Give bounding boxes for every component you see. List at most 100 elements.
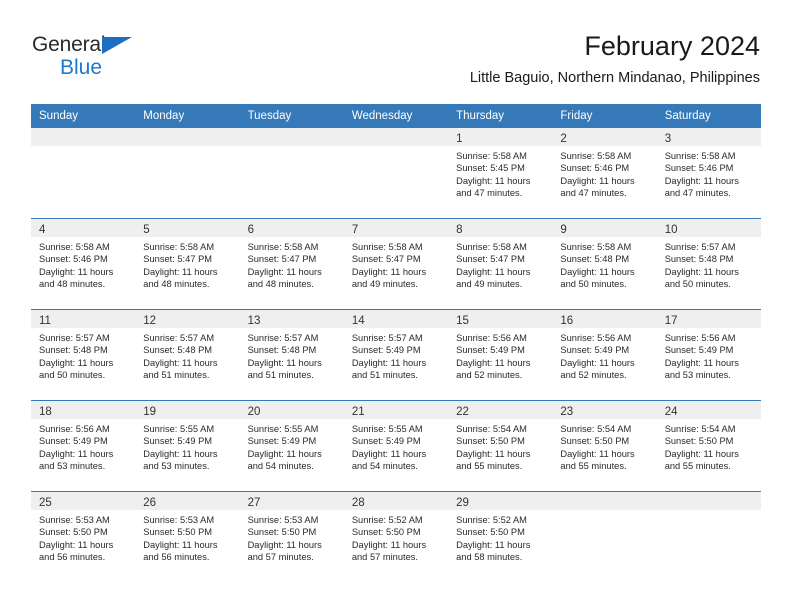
calendar-day-cell[interactable]: 20 Sunrise: 5:55 AM Sunset: 5:49 PM Dayligh… <box>239 401 344 491</box>
calendar-weeks: 1 Sunrise: 5:58 AM Sunset: 5:45 PM Daylight… <box>31 128 761 582</box>
calendar-day-cell[interactable]: 12 Sunrise: 5:57 AM Sunset: 5:48 PM Dayligh… <box>135 310 240 400</box>
daylight-text: and 48 minutes. <box>143 279 210 290</box>
calendar-day-cell[interactable]: 16 Sunrise: 5:56 AM Sunset: 5:49 PM Dayligh… <box>552 310 657 400</box>
page-title: February 2024 <box>584 31 760 61</box>
sunrise-text: Sunrise: 5:58 AM <box>143 242 215 252</box>
daylight-text: and 57 minutes. <box>247 552 314 563</box>
logo-text-general: General <box>32 33 106 56</box>
daylight-text: and 54 minutes. <box>247 461 314 472</box>
calendar-day-cell[interactable]: 18 Sunrise: 5:56 AM Sunset: 5:49 PM Dayligh… <box>31 401 136 491</box>
calendar-day-empty <box>343 128 449 218</box>
daylight-text: Daylight: 11 hours <box>664 448 739 459</box>
day-number: 28 <box>351 497 365 509</box>
day-details: Sunrise: 5:52 AM Sunset: 5:50 PM Daylight:… <box>344 510 448 564</box>
calendar-week-row: 25 Sunrise: 5:53 AM Sunset: 5:50 PM Dayligh… <box>31 492 761 582</box>
day-number: 21 <box>351 406 365 418</box>
day-number: 19 <box>143 406 157 418</box>
sunrise-text: Sunrise: 5:58 AM <box>351 242 423 252</box>
calendar-day-cell[interactable]: 8 Sunrise: 5:58 AM Sunset: 5:47 PM Daylight… <box>448 219 553 309</box>
day-details <box>344 146 448 150</box>
day-number-band: 27 <box>239 492 344 510</box>
calendar-day-cell[interactable]: 17 Sunrise: 5:56 AM Sunset: 5:49 PM Dayligh… <box>656 310 761 400</box>
sunrise-text: Sunrise: 5:53 AM <box>247 515 319 525</box>
sunset-text: Sunset: 5:47 PM <box>351 254 421 265</box>
calendar-day-empty <box>552 492 657 582</box>
calendar-day-cell[interactable]: 1 Sunrise: 5:58 AM Sunset: 5:45 PM Daylight… <box>448 128 553 218</box>
calendar-day-cell[interactable]: 21 Sunrise: 5:55 AM Sunset: 5:49 PM Dayligh… <box>343 401 449 491</box>
logo-text-blue: Blue <box>60 56 103 79</box>
sunset-text: Sunset: 5:49 PM <box>39 436 108 447</box>
daylight-text: and 52 minutes. <box>456 370 523 381</box>
calendar-day-cell[interactable]: 4 Sunrise: 5:58 AM Sunset: 5:46 PM Daylight… <box>31 219 136 309</box>
daylight-text: and 52 minutes. <box>560 370 627 381</box>
calendar-day-cell[interactable]: 3 Sunrise: 5:58 AM Sunset: 5:46 PM Daylight… <box>656 128 761 218</box>
sunset-text: Sunset: 5:49 PM <box>351 436 421 447</box>
daylight-text: Daylight: 11 hours <box>247 539 322 550</box>
calendar-day-cell[interactable]: 2 Sunrise: 5:58 AM Sunset: 5:46 PM Daylight… <box>552 128 657 218</box>
day-number-band: 22 <box>448 401 553 419</box>
daylight-text: Daylight: 11 hours <box>143 266 218 277</box>
day-number: 7 <box>351 224 359 236</box>
calendar-day-cell[interactable]: 29 Sunrise: 5:52 AM Sunset: 5:50 PM Dayligh… <box>448 492 553 582</box>
calendar-day-cell[interactable]: 9 Sunrise: 5:58 AM Sunset: 5:48 PM Daylight… <box>552 219 657 309</box>
day-number: 17 <box>664 315 678 327</box>
calendar-day-cell[interactable]: 14 Sunrise: 5:57 AM Sunset: 5:49 PM Dayligh… <box>343 310 449 400</box>
day-number-band: 12 <box>135 310 240 328</box>
day-details: Sunrise: 5:57 AM Sunset: 5:48 PM Daylight:… <box>31 328 135 382</box>
sunrise-text: Sunrise: 5:55 AM <box>247 424 319 434</box>
day-number-band: 8 <box>448 219 553 237</box>
day-number: 2 <box>560 133 567 145</box>
sunset-text: Sunset: 5:50 PM <box>456 527 525 538</box>
day-number-band: 16 <box>552 310 657 328</box>
day-number: 13 <box>247 315 261 327</box>
day-number-band <box>31 128 136 146</box>
sunrise-text: Sunrise: 5:58 AM <box>39 242 110 252</box>
calendar-day-cell[interactable]: 7 Sunrise: 5:58 AM Sunset: 5:47 PM Daylight… <box>343 219 449 309</box>
day-number-band <box>343 128 449 146</box>
daylight-text: Daylight: 11 hours <box>143 448 218 459</box>
sunrise-text: Sunrise: 5:53 AM <box>39 515 110 525</box>
daylight-text: and 47 minutes. <box>560 188 627 199</box>
day-number: 12 <box>143 315 157 327</box>
day-details: Sunrise: 5:54 AM Sunset: 5:50 PM Daylight:… <box>552 419 656 473</box>
weekday-header-monday: Monday <box>143 110 185 122</box>
daylight-text: Daylight: 11 hours <box>456 266 531 277</box>
calendar-day-cell[interactable]: 10 Sunrise: 5:57 AM Sunset: 5:48 PM Dayligh… <box>656 219 761 309</box>
calendar-day-cell[interactable]: 22 Sunrise: 5:54 AM Sunset: 5:50 PM Dayligh… <box>448 401 553 491</box>
sunrise-text: Sunrise: 5:56 AM <box>560 333 632 343</box>
day-details <box>240 146 344 150</box>
day-number: 24 <box>664 406 678 418</box>
daylight-text: Daylight: 11 hours <box>351 357 427 368</box>
daylight-text: Daylight: 11 hours <box>39 448 114 459</box>
calendar-day-cell[interactable]: 25 Sunrise: 5:53 AM Sunset: 5:50 PM Dayligh… <box>31 492 136 582</box>
day-details: Sunrise: 5:58 AM Sunset: 5:48 PM Daylight:… <box>552 237 656 291</box>
calendar-day-cell[interactable]: 13 Sunrise: 5:57 AM Sunset: 5:48 PM Dayligh… <box>239 310 344 400</box>
calendar-day-cell[interactable]: 27 Sunrise: 5:53 AM Sunset: 5:50 PM Dayligh… <box>239 492 344 582</box>
day-number-band: 26 <box>135 492 240 510</box>
calendar-day-cell[interactable]: 11 Sunrise: 5:57 AM Sunset: 5:48 PM Dayligh… <box>31 310 136 400</box>
calendar-day-cell[interactable]: 19 Sunrise: 5:55 AM Sunset: 5:49 PM Dayligh… <box>135 401 240 491</box>
logo-triangle-icon <box>102 37 132 54</box>
daylight-text: Daylight: 11 hours <box>351 448 427 459</box>
calendar-day-cell[interactable]: 5 Sunrise: 5:58 AM Sunset: 5:47 PM Daylight… <box>135 219 240 309</box>
daylight-text: Daylight: 11 hours <box>247 357 322 368</box>
calendar-day-cell[interactable]: 6 Sunrise: 5:58 AM Sunset: 5:47 PM Daylight… <box>239 219 344 309</box>
calendar-day-empty <box>135 128 240 218</box>
daylight-text: and 53 minutes. <box>143 461 210 472</box>
calendar-day-cell[interactable]: 23 Sunrise: 5:54 AM Sunset: 5:50 PM Dayligh… <box>552 401 657 491</box>
daylight-text: Daylight: 11 hours <box>456 539 531 550</box>
sunset-text: Sunset: 5:45 PM <box>456 163 525 174</box>
sunset-text: Sunset: 5:48 PM <box>247 345 317 356</box>
sunrise-text: Sunrise: 5:57 AM <box>247 333 319 343</box>
sunset-text: Sunset: 5:48 PM <box>664 254 734 265</box>
day-number-band: 10 <box>656 219 761 237</box>
calendar-day-cell[interactable]: 28 Sunrise: 5:52 AM Sunset: 5:50 PM Dayligh… <box>343 492 449 582</box>
calendar-day-cell[interactable]: 24 Sunrise: 5:54 AM Sunset: 5:50 PM Dayligh… <box>656 401 761 491</box>
day-details: Sunrise: 5:58 AM Sunset: 5:46 PM Daylight:… <box>31 237 135 291</box>
daylight-text: Daylight: 11 hours <box>143 357 218 368</box>
daylight-text: and 55 minutes. <box>456 461 523 472</box>
calendar-day-cell[interactable]: 26 Sunrise: 5:53 AM Sunset: 5:50 PM Dayligh… <box>135 492 240 582</box>
calendar-day-cell[interactable]: 15 Sunrise: 5:56 AM Sunset: 5:49 PM Dayligh… <box>448 310 553 400</box>
daylight-text: and 56 minutes. <box>143 552 210 563</box>
day-number-band: 15 <box>448 310 553 328</box>
